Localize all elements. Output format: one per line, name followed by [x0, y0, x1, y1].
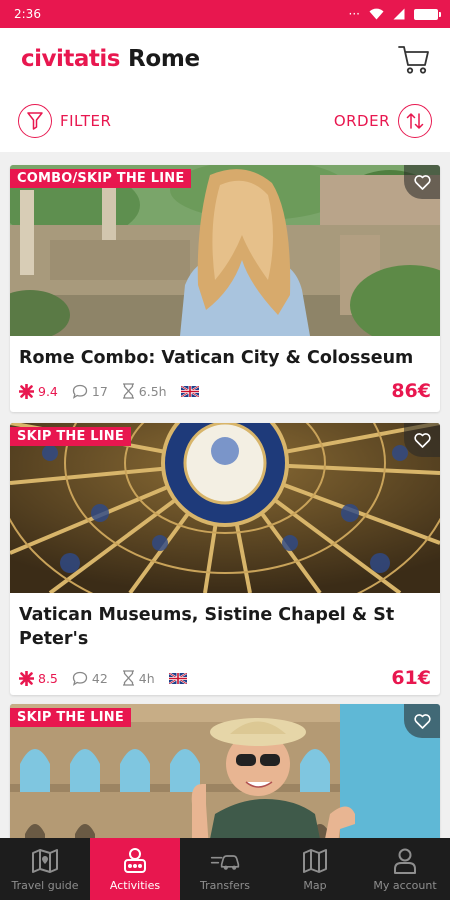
nav-label: Travel guide [11, 878, 79, 892]
activity-meta: 9.4 17 6.5h 86€ [10, 380, 440, 402]
order-button[interactable]: ORDER [334, 104, 432, 138]
english-flag-icon [168, 672, 187, 684]
duration: 4h [122, 670, 155, 686]
filter-bar: FILTER ORDER [0, 90, 450, 152]
forum-photo [10, 165, 440, 336]
cart-icon [398, 46, 429, 74]
hourglass-icon [122, 670, 134, 686]
status-icons: ··· [348, 7, 441, 21]
nav-transfers[interactable]: Transfers [180, 838, 270, 900]
nav-label: Activities [109, 878, 161, 892]
activity-title[interactable]: Vatican Museums, Sistine Chapel & St Pet… [10, 603, 440, 651]
activity-image[interactable]: COMBO/SKIP THE LINE [10, 165, 440, 336]
filter-icon [18, 104, 52, 138]
map-icon [300, 847, 330, 875]
battery-icon [414, 8, 441, 20]
cart-button[interactable] [396, 41, 432, 77]
status-dots: ··· [348, 7, 360, 21]
activity-image[interactable]: SKIP THE LINE [10, 704, 440, 838]
comment-icon [72, 671, 88, 686]
transfers-icon [210, 847, 240, 875]
activities-icon [120, 847, 150, 875]
city-title: Rome [127, 46, 200, 72]
heart-icon [413, 432, 431, 448]
rating-value: 9.4 [38, 383, 58, 399]
reviews-count: 17 [91, 383, 108, 399]
heart-icon [413, 713, 431, 729]
activity-card[interactable]: SKIP THE LINE [10, 704, 440, 838]
rating-value: 8.5 [38, 670, 58, 686]
activity-image[interactable]: SKIP THE LINE [10, 423, 440, 593]
nav-label: My account [373, 878, 437, 892]
activity-list[interactable]: COMBO/SKIP THE LINE Rome Combo: Vatican … [0, 152, 450, 838]
activity-badge: COMBO/SKIP THE LINE [10, 169, 192, 188]
reviews: 17 [72, 384, 108, 399]
filter-label: FILTER [60, 112, 112, 130]
wifi-icon [369, 8, 384, 20]
filter-button[interactable]: FILTER [18, 104, 111, 138]
activity-price: 61€ [391, 667, 431, 689]
dome-photo [10, 423, 440, 593]
activity-badge: SKIP THE LINE [10, 427, 131, 446]
sort-icon [398, 104, 432, 138]
rating: 9.4 [19, 383, 58, 399]
duration: 6.5h [122, 383, 167, 399]
order-label: ORDER [333, 112, 390, 130]
nav-travel-guide[interactable]: Travel guide [0, 838, 90, 900]
nav-label: Map [303, 878, 327, 892]
rating-star-icon [19, 383, 34, 399]
rating: 8.5 [19, 670, 58, 686]
civitatis-logo[interactable]: civitatis [21, 46, 120, 72]
hourglass-icon [122, 383, 134, 399]
activity-badge: SKIP THE LINE [10, 708, 131, 727]
status-time: 2:36 [14, 7, 41, 21]
nav-map[interactable]: Map [270, 838, 360, 900]
english-flag-icon [180, 385, 199, 397]
bottom-nav: Travel guide Activities Transfers Map My… [0, 838, 450, 900]
app-header: civitatis Rome [0, 28, 450, 90]
activity-price: 86€ [391, 380, 431, 402]
status-bar: 2:36 ··· [0, 0, 450, 28]
reviews: 42 [72, 671, 108, 686]
favorite-button[interactable] [404, 165, 440, 199]
rating-star-icon [19, 670, 34, 686]
nav-activities[interactable]: Activities [90, 838, 180, 900]
reviews-count: 42 [91, 670, 108, 686]
favorite-button[interactable] [404, 704, 440, 738]
duration-value: 6.5h [138, 383, 167, 399]
activity-card[interactable]: COMBO/SKIP THE LINE Rome Combo: Vatican … [10, 165, 440, 412]
duration-value: 4h [138, 670, 155, 686]
favorite-button[interactable] [404, 423, 440, 457]
nav-label: Transfers [200, 878, 250, 892]
comment-icon [72, 384, 88, 399]
activity-card[interactable]: SKIP THE LINE Vatican Museums, Sistine C… [10, 423, 440, 695]
account-icon [390, 847, 420, 875]
nav-my-account[interactable]: My account [360, 838, 450, 900]
heart-icon [413, 174, 431, 190]
signal-icon [393, 8, 405, 20]
map-guide-icon [30, 847, 60, 875]
activity-meta: 8.5 42 4h 61€ [10, 667, 440, 689]
activity-title[interactable]: Rome Combo: Vatican City & Colosseum [10, 346, 440, 370]
